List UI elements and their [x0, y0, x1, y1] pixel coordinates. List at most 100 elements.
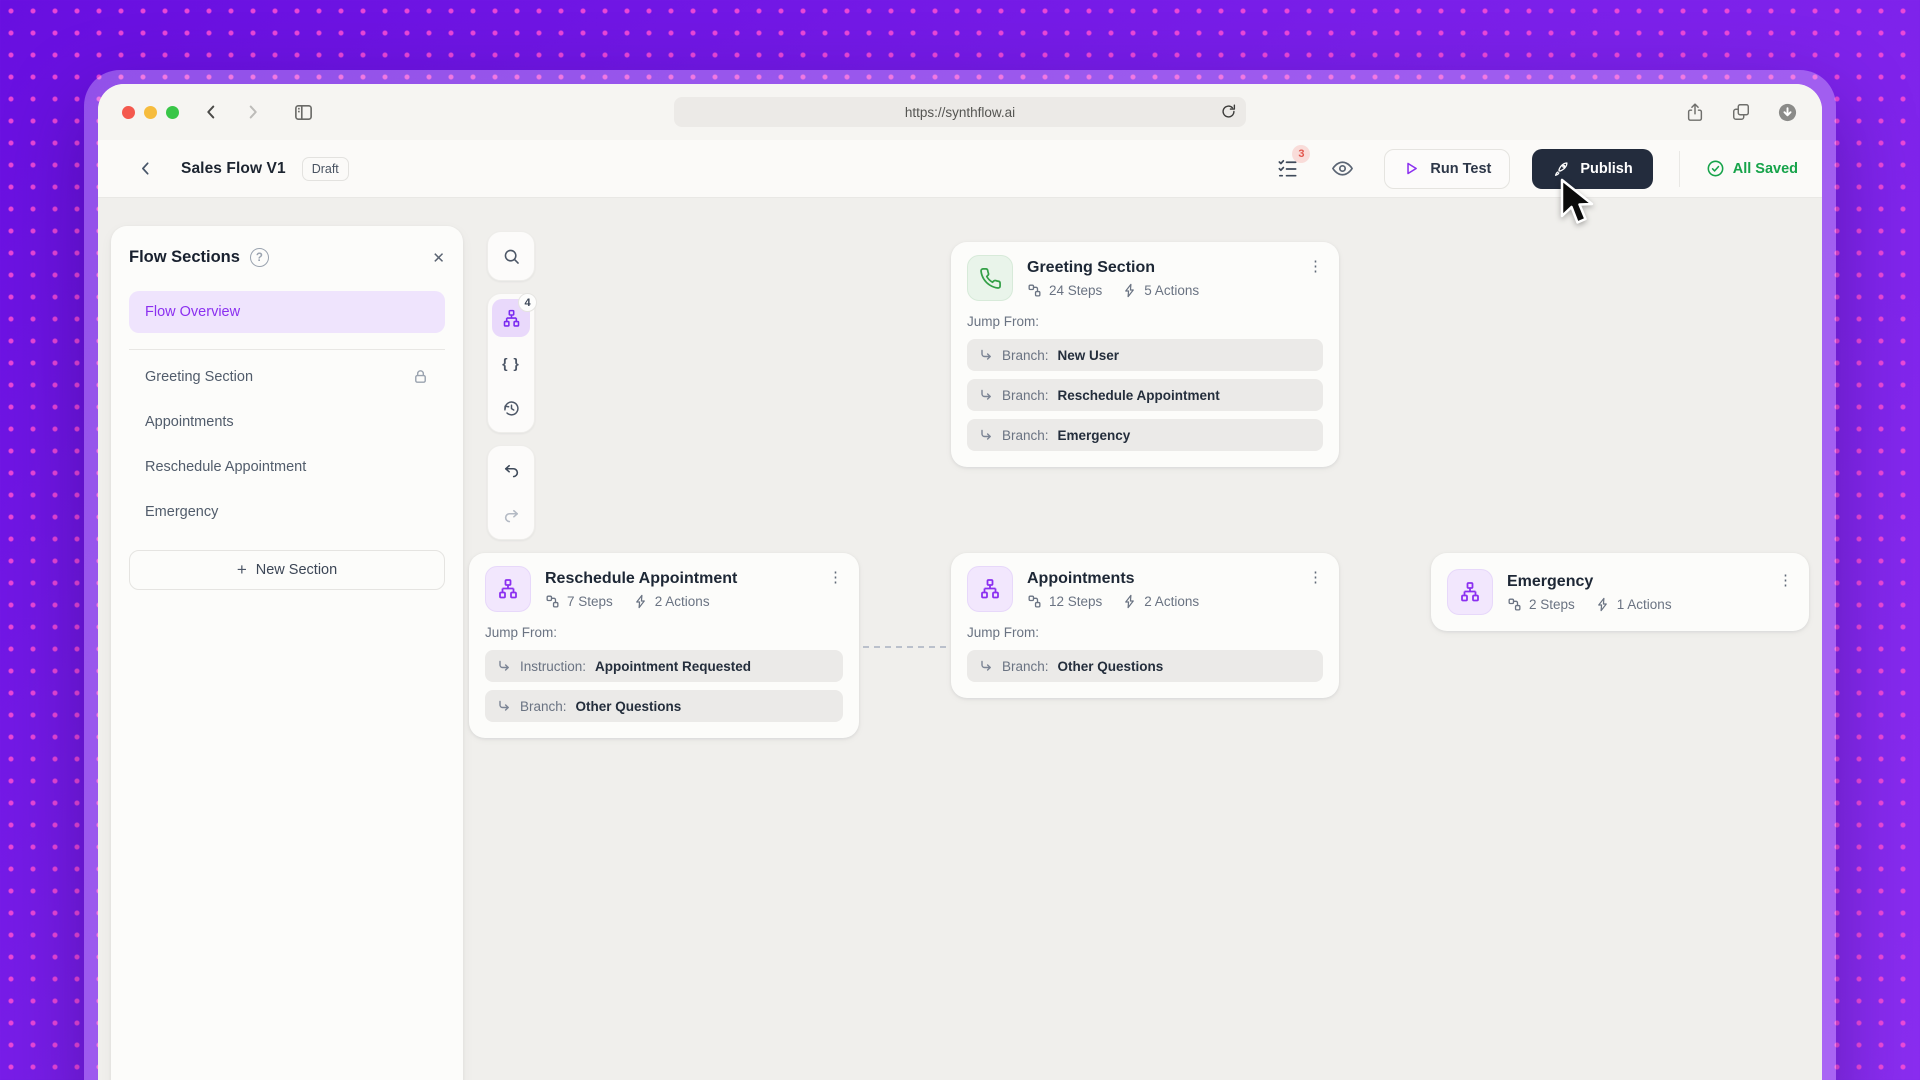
save-status-label: All Saved — [1733, 161, 1798, 177]
branch-arrow-icon — [979, 659, 993, 673]
tab-overview-icon[interactable] — [1731, 102, 1751, 122]
section-label: Reschedule Appointment — [145, 459, 306, 475]
steps-icon — [1027, 594, 1042, 609]
section-label: Greeting Section — [145, 369, 253, 385]
browser-window: https://synthflow.ai — [98, 84, 1822, 1080]
jump-from-label: Jump From: — [485, 625, 843, 640]
panel-title: Flow Sections — [129, 248, 240, 267]
status-badge: Draft — [302, 157, 349, 181]
jump-row[interactable]: Branch: Other Questions — [967, 650, 1323, 682]
redo-icon[interactable] — [492, 496, 530, 534]
card-type-icon — [485, 566, 531, 612]
downloads-icon[interactable] — [1777, 102, 1798, 123]
branch-arrow-icon — [497, 699, 511, 713]
actions-count: 1 Actions — [1617, 597, 1672, 612]
run-test-label: Run Test — [1430, 161, 1491, 177]
jump-from-label: Jump From: — [967, 314, 1323, 329]
flow-canvas: Flow Sections ? ✕ Flow Overview Greeting… — [98, 198, 1822, 1080]
branch-arrow-icon — [979, 348, 993, 362]
lightning-icon — [1122, 594, 1137, 609]
mouse-cursor — [1558, 178, 1600, 230]
sidebar-item-emergency[interactable]: Emergency — [129, 489, 445, 534]
jump-row[interactable]: Branch: Emergency — [967, 419, 1323, 451]
branch-arrow-icon — [497, 659, 511, 673]
flow-card-reschedule[interactable]: Reschedule Appointment 7 Steps 2 Actions — [469, 553, 859, 738]
undo-icon[interactable] — [492, 451, 530, 489]
jump-type: Branch: — [1002, 348, 1049, 363]
reload-icon[interactable] — [1220, 103, 1237, 120]
close-icon[interactable]: ✕ — [432, 249, 445, 267]
kebab-menu-icon[interactable]: ⋮ — [1308, 259, 1323, 274]
jump-row[interactable]: Branch: Other Questions — [485, 690, 843, 722]
flow-count-badge: 4 — [518, 293, 537, 312]
browser-sidebar-toggle-icon[interactable] — [293, 102, 314, 123]
preview-eye-icon[interactable] — [1331, 157, 1354, 180]
sidebar-item-appointments[interactable]: Appointments — [129, 399, 445, 444]
checklist-icon[interactable]: 3 — [1276, 157, 1299, 180]
jump-value: Other Questions — [1058, 659, 1164, 674]
jump-row[interactable]: Branch: New User — [967, 339, 1323, 371]
jump-type: Branch: — [1002, 659, 1049, 674]
jump-rows: Instruction: Appointment Requested Branc… — [485, 650, 843, 722]
flow-card-greeting[interactable]: Greeting Section 24 Steps 5 Actions — [951, 242, 1339, 467]
actions-count: 2 Actions — [1144, 594, 1199, 609]
card-header: Appointments 12 Steps 2 Actions — [951, 553, 1339, 621]
steps-count: 2 Steps — [1529, 597, 1575, 612]
check-circle-icon — [1706, 159, 1725, 178]
lightning-icon — [1122, 283, 1137, 298]
browser-back-icon[interactable] — [201, 102, 221, 122]
page-title: Sales Flow V1 — [181, 160, 286, 178]
card-header: Reschedule Appointment 7 Steps 2 Actions — [469, 553, 859, 621]
new-section-button[interactable]: + New Section — [129, 550, 445, 590]
steps-count: 24 Steps — [1049, 283, 1102, 298]
help-icon[interactable]: ? — [250, 248, 269, 267]
jump-type: Instruction: — [520, 659, 586, 674]
close-window-button[interactable] — [122, 106, 135, 119]
jump-value: Appointment Requested — [595, 659, 751, 674]
flow-card-emergency[interactable]: Emergency 2 Steps 1 Actions — [1431, 553, 1809, 631]
actions-count: 5 Actions — [1144, 283, 1199, 298]
save-status: All Saved — [1706, 159, 1798, 178]
branch-arrow-icon — [979, 428, 993, 442]
variables-icon[interactable]: { } — [492, 344, 530, 382]
actions-count: 2 Actions — [655, 594, 710, 609]
flow-back-icon[interactable] — [136, 159, 155, 178]
minimize-window-button[interactable] — [144, 106, 157, 119]
jump-value: Emergency — [1058, 428, 1131, 443]
share-icon[interactable] — [1685, 102, 1705, 122]
card-type-icon — [1447, 569, 1493, 615]
zoom-window-button[interactable] — [166, 106, 179, 119]
jump-value: Other Questions — [576, 699, 682, 714]
traffic-lights — [122, 106, 179, 119]
steps-icon — [1027, 283, 1042, 298]
sidebar-item-flow-overview[interactable]: Flow Overview — [129, 291, 445, 333]
jump-rows: Branch: New User Branch: Reschedule Appo… — [967, 339, 1323, 451]
steps-count: 12 Steps — [1049, 594, 1102, 609]
sidebar-item-greeting-section[interactable]: Greeting Section — [129, 354, 445, 399]
sidebar-item-reschedule-appointment[interactable]: Reschedule Appointment — [129, 444, 445, 489]
card-header: Emergency 2 Steps 1 Actions — [1431, 553, 1809, 631]
lightning-icon — [633, 594, 648, 609]
history-icon[interactable] — [492, 389, 530, 427]
jump-from-block: Jump From: Branch: Other Questions — [951, 621, 1339, 698]
jump-row[interactable]: Instruction: Appointment Requested — [485, 650, 843, 682]
browser-forward-icon[interactable] — [243, 102, 263, 122]
kebab-menu-icon[interactable]: ⋮ — [828, 570, 843, 585]
search-icon[interactable] — [492, 237, 530, 275]
steps-icon — [545, 594, 560, 609]
lock-icon — [412, 368, 429, 385]
url-text: https://synthflow.ai — [905, 105, 1015, 120]
jump-value: New User — [1058, 348, 1120, 363]
card-title: Reschedule Appointment — [545, 570, 737, 588]
run-test-button[interactable]: Run Test — [1384, 149, 1510, 189]
card-title: Appointments — [1027, 570, 1199, 588]
address-bar[interactable]: https://synthflow.ai — [674, 97, 1246, 127]
jump-row[interactable]: Branch: Reschedule Appointment — [967, 379, 1323, 411]
flow-card-appointments[interactable]: Appointments 12 Steps 2 Actions — [951, 553, 1339, 698]
flow-view-button[interactable]: 4 — [492, 299, 530, 337]
header-divider — [1679, 151, 1680, 187]
canvas-toolbar: 4 { } — [487, 231, 535, 540]
kebab-menu-icon[interactable]: ⋮ — [1778, 573, 1793, 588]
steps-meta: 24 Steps — [1027, 283, 1102, 298]
kebab-menu-icon[interactable]: ⋮ — [1308, 570, 1323, 585]
